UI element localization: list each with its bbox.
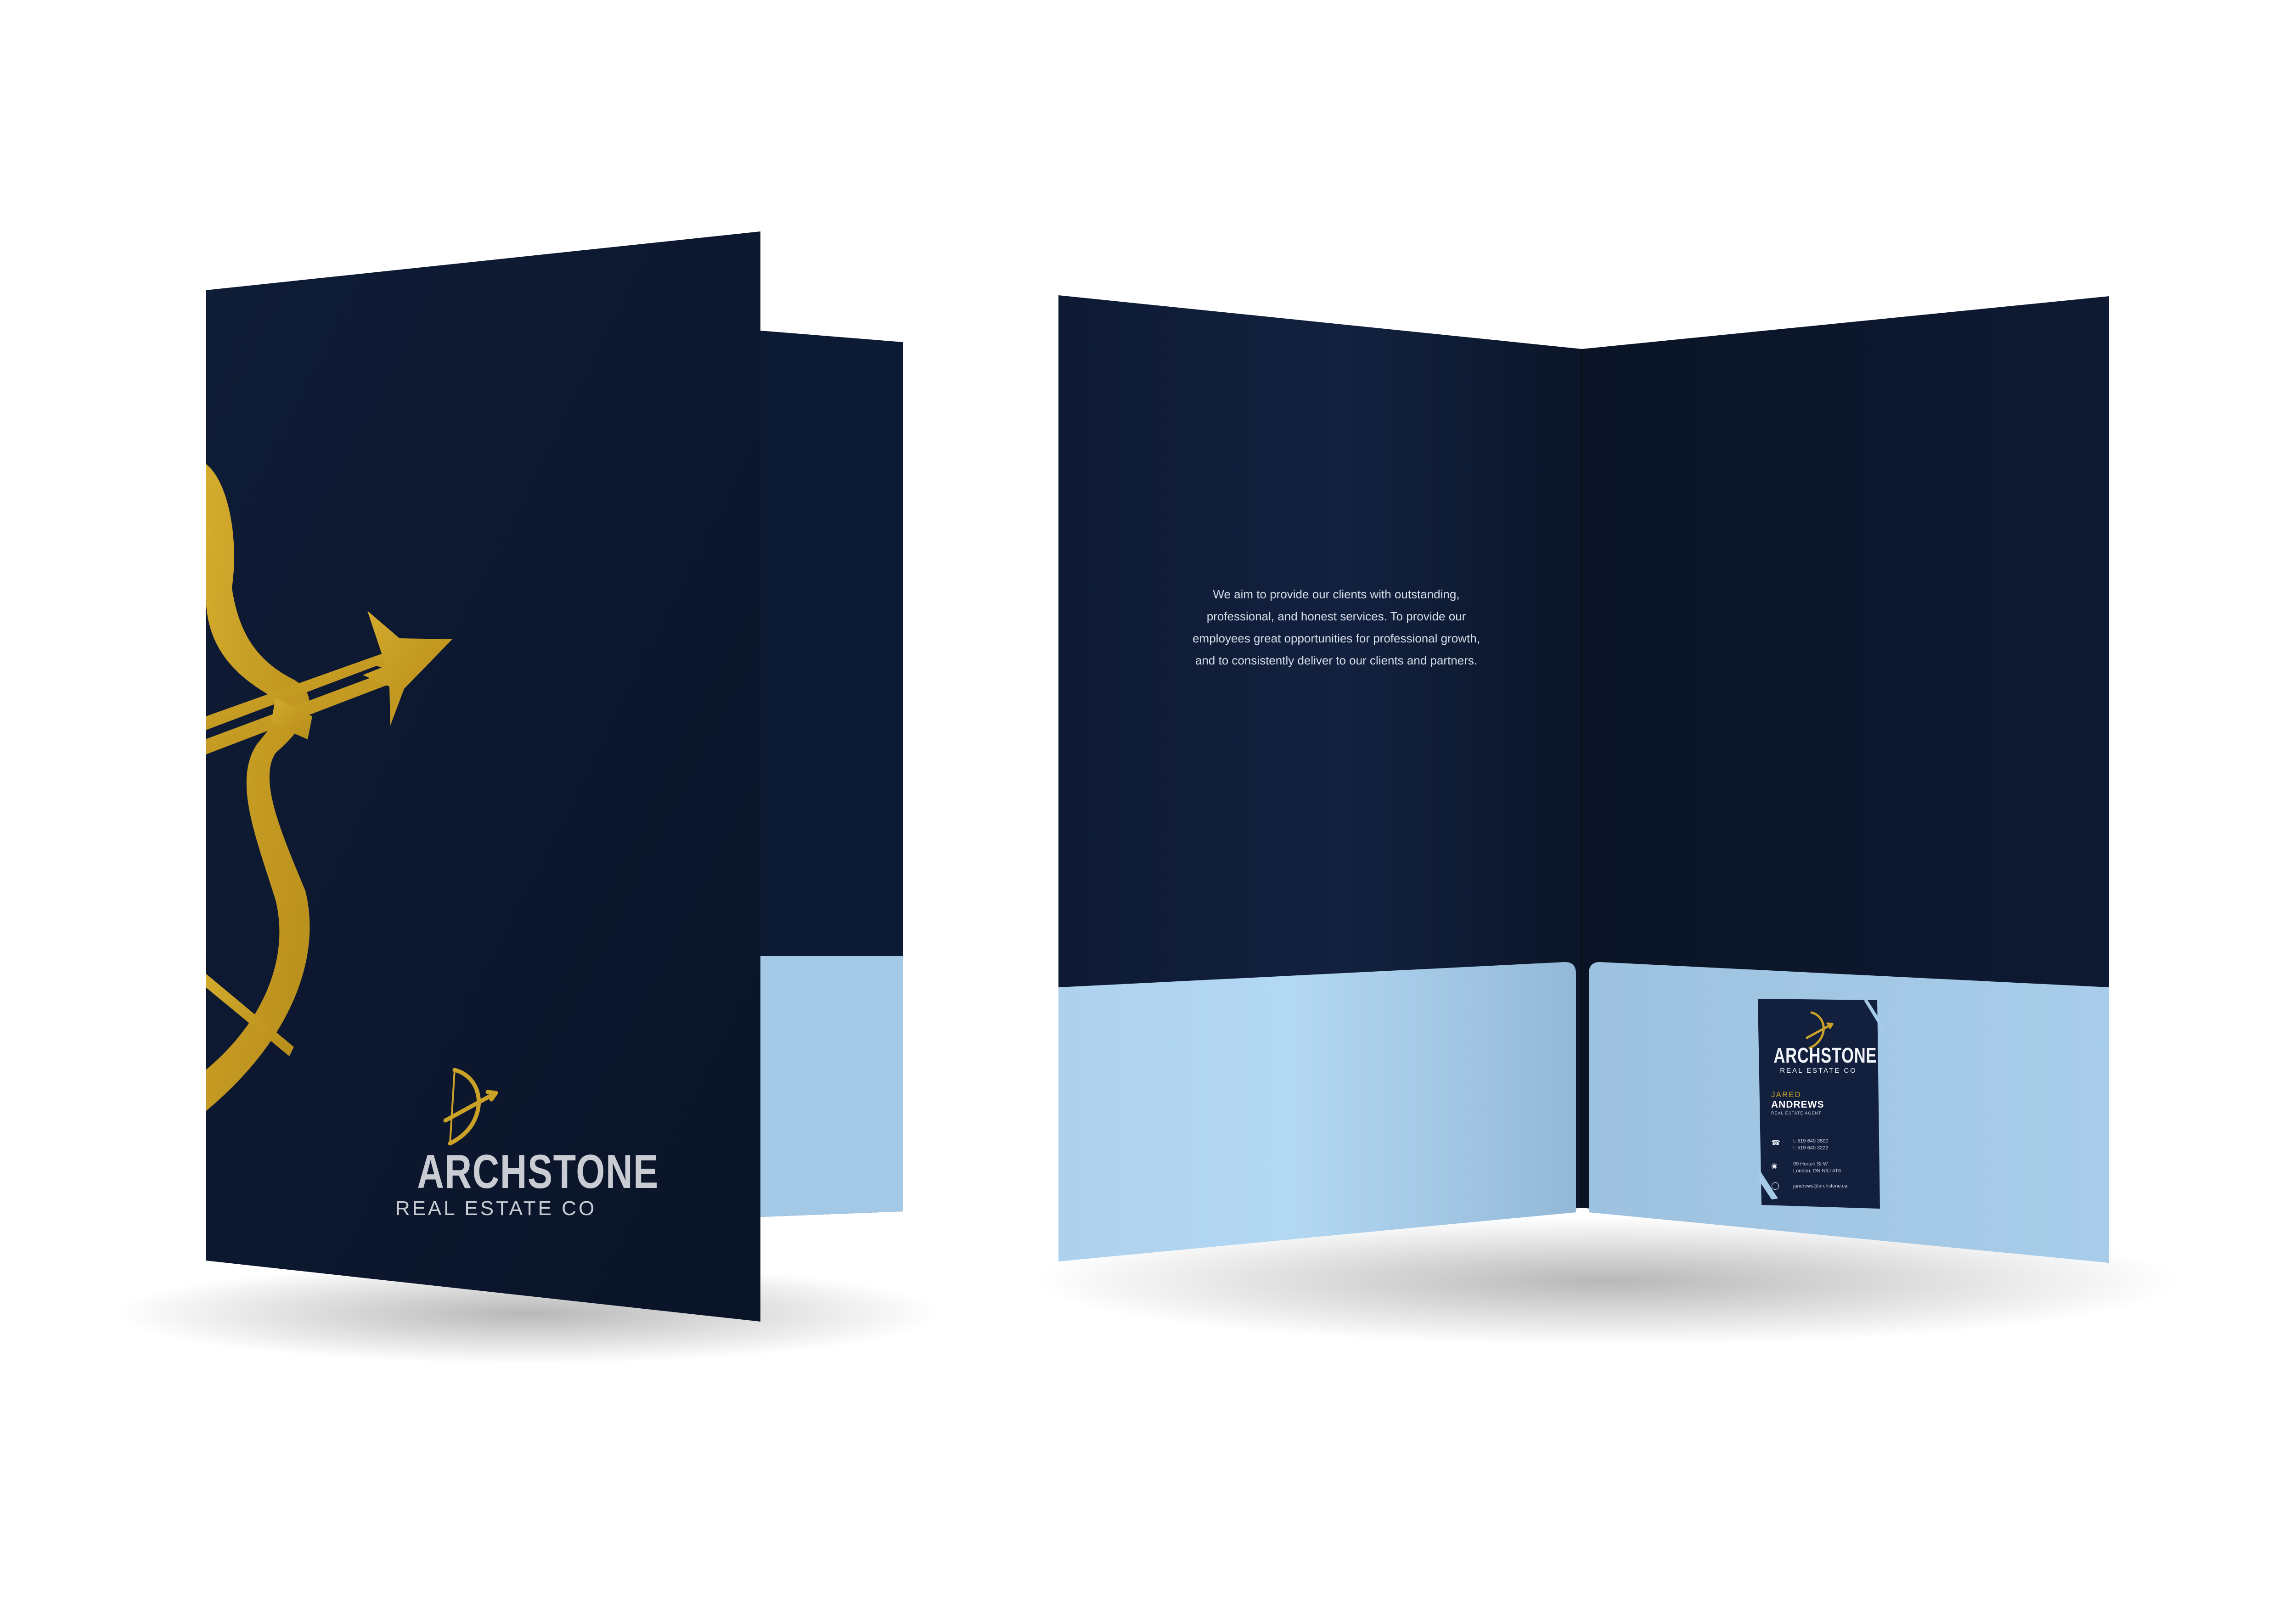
closed-folder [206,231,903,1322]
business-card [1758,996,1883,1209]
folder-front-cover [206,231,760,1322]
folder-mockup-scene [115,231,2181,1364]
open-folder [1058,295,2109,1263]
left-pocket [1058,962,1576,1261]
folder-back-pocket [760,956,903,1217]
